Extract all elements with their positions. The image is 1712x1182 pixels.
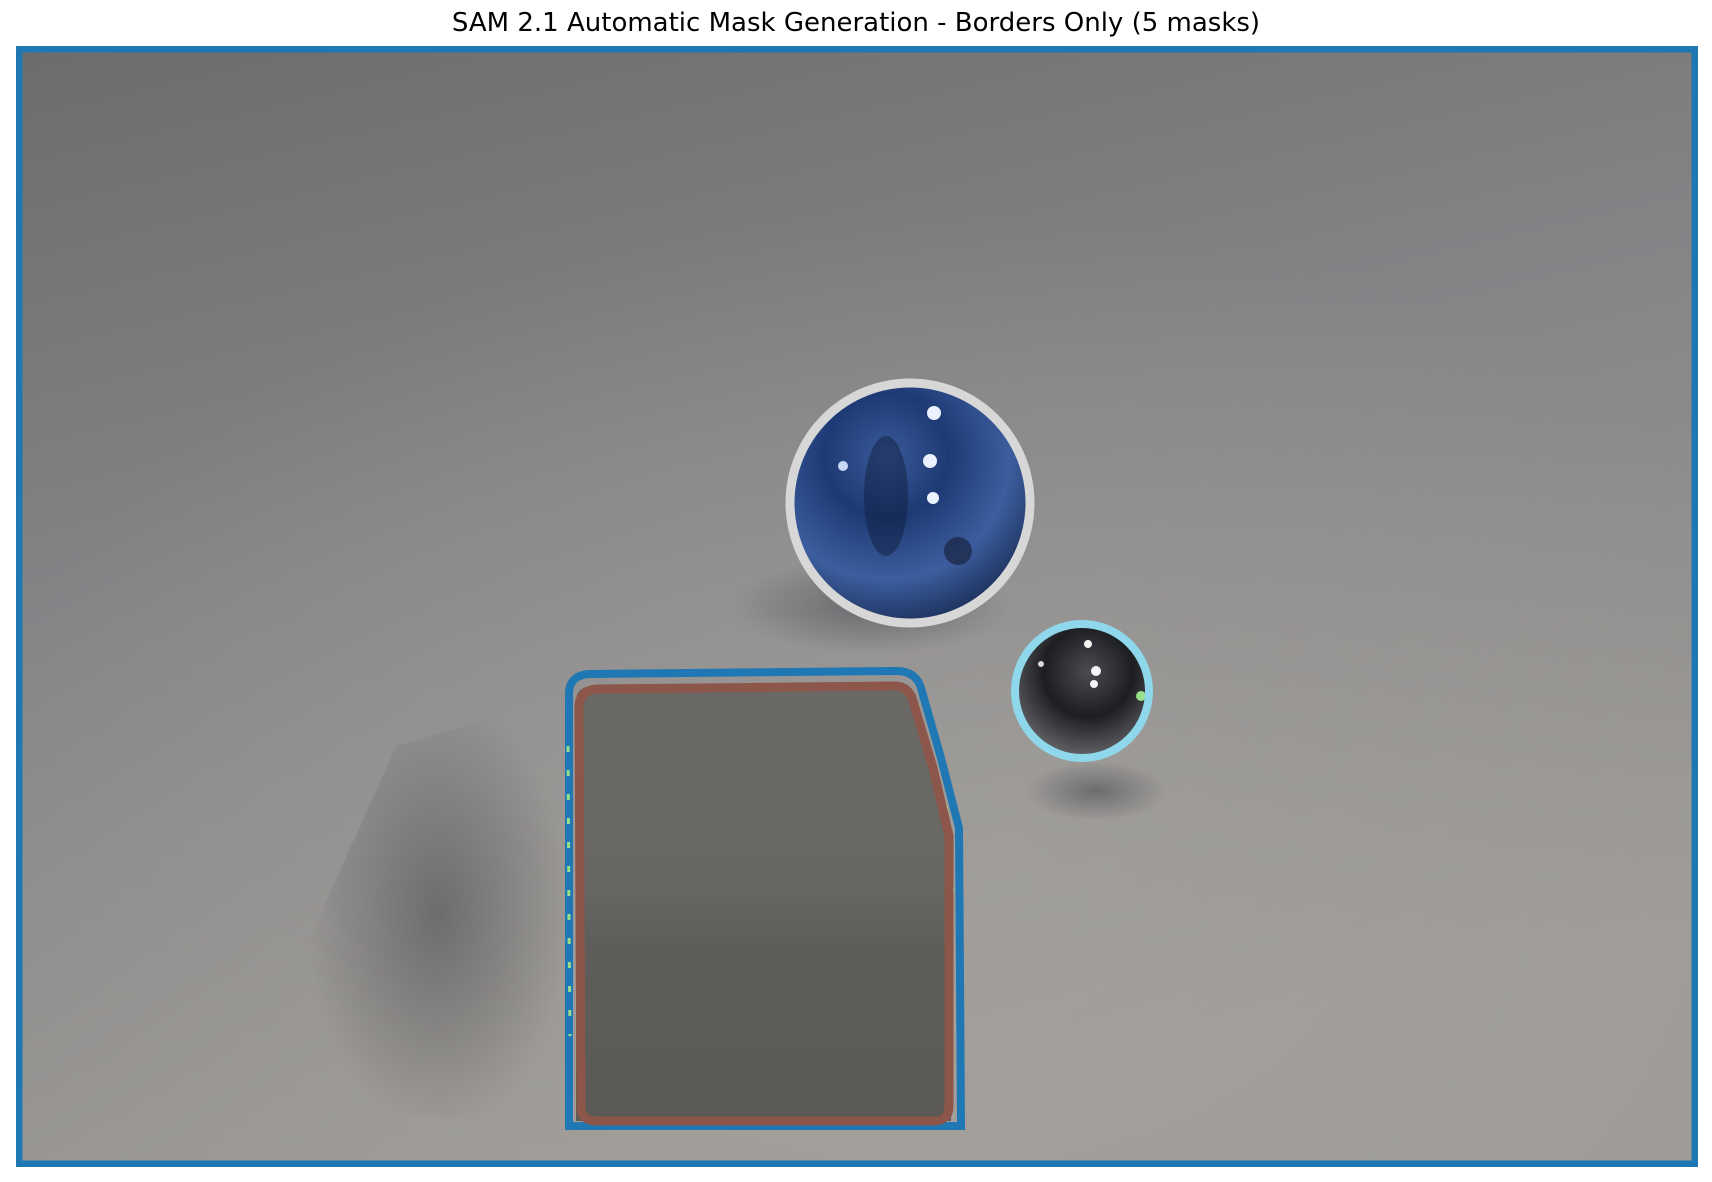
sphere-highlight <box>838 461 848 471</box>
sphere-highlight <box>1038 661 1044 667</box>
sphere-reflection <box>864 436 908 556</box>
sphere-highlight <box>927 406 941 420</box>
figure-page: SAM 2.1 Automatic Mask Generation - Bord… <box>0 0 1712 1182</box>
figure-title: SAM 2.1 Automatic Mask Generation - Bord… <box>451 8 1261 38</box>
sphere-highlight <box>923 454 937 468</box>
sphere-highlight <box>1090 680 1098 688</box>
segmentation-image <box>16 46 1698 1167</box>
sphere-highlight <box>927 492 939 504</box>
sphere-reflection <box>944 537 972 565</box>
sphere-highlight <box>1091 666 1101 676</box>
segmentation-canvas <box>16 46 1698 1167</box>
sphere-highlight <box>1084 640 1092 648</box>
small-sphere-shadow <box>1026 761 1166 821</box>
cube <box>576 683 951 1121</box>
